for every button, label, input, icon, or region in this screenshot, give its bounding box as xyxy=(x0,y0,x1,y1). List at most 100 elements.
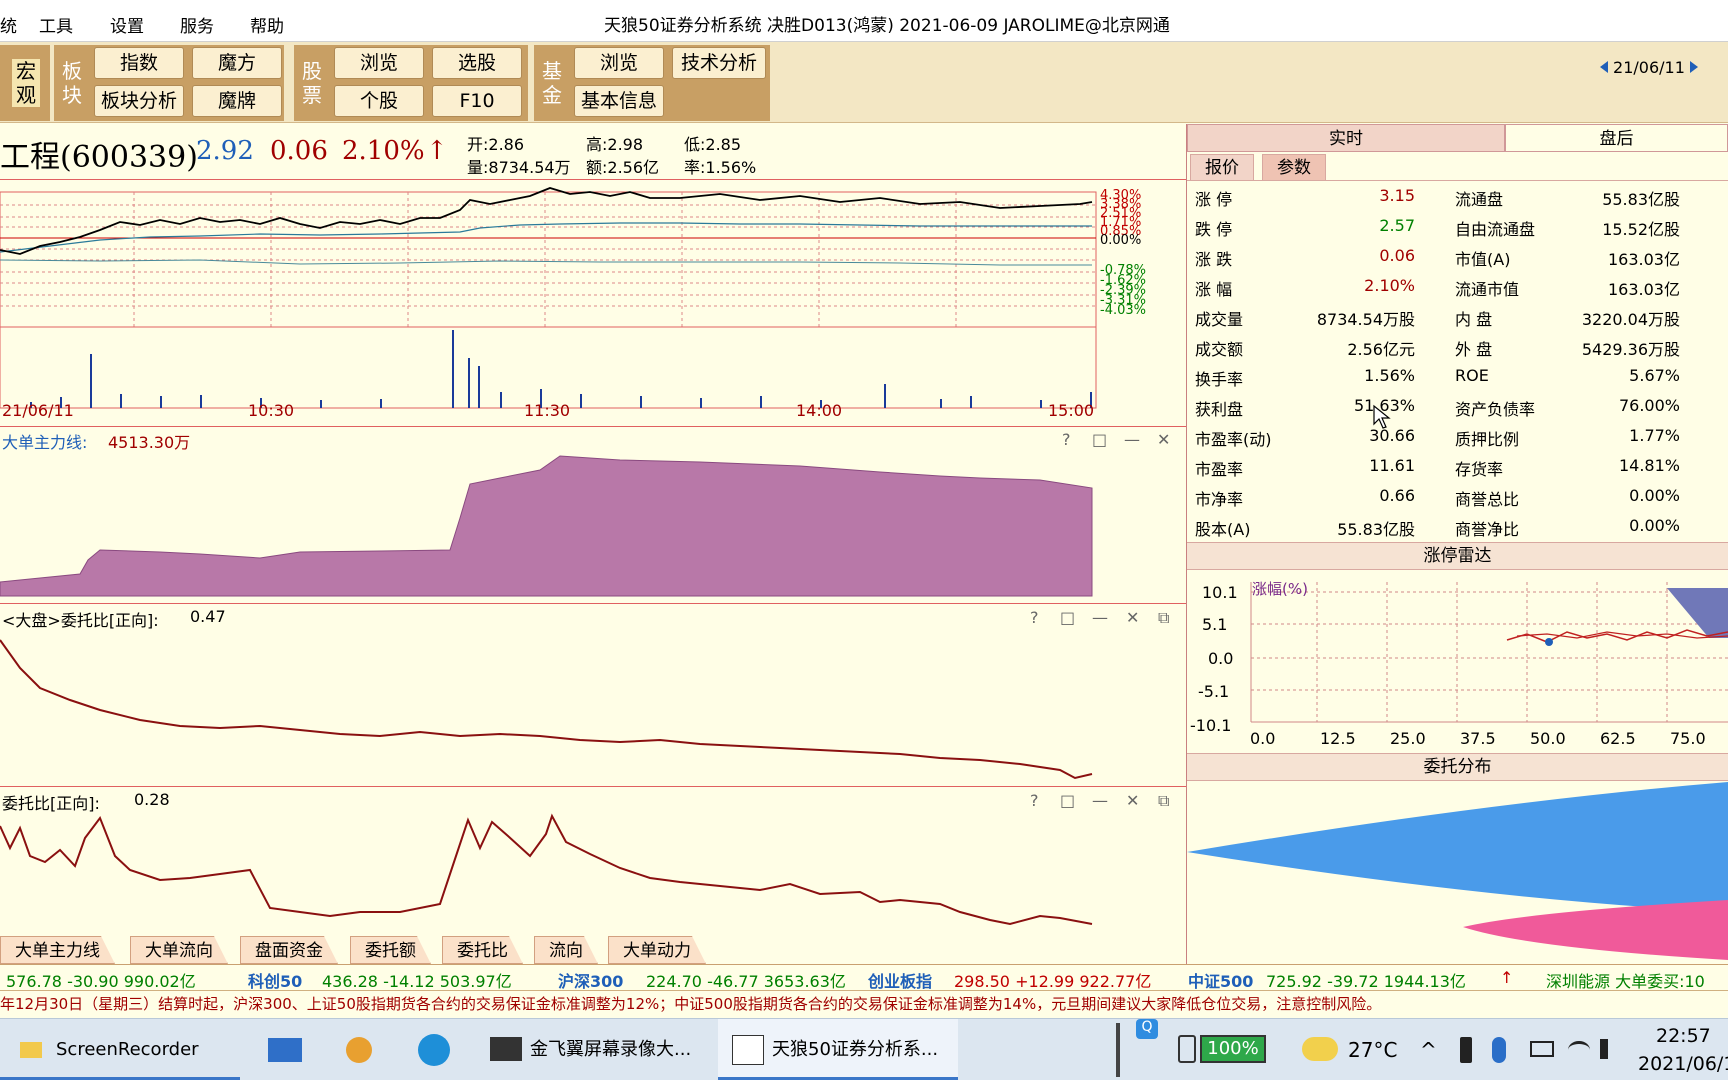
divider xyxy=(0,426,1186,427)
pick-stock-button[interactable]: 选股 xyxy=(432,47,522,79)
market-bid-ratio-line xyxy=(0,639,1093,780)
f10-button[interactable]: F10 xyxy=(432,85,522,117)
float-icon[interactable]: ⧉ xyxy=(1158,608,1169,628)
tab-flow[interactable]: 流向 xyxy=(534,936,598,964)
mail-icon[interactable] xyxy=(268,1019,302,1080)
tab-params[interactable]: 参数 xyxy=(1262,154,1326,180)
tab-big-order-power[interactable]: 大单动力 xyxy=(608,936,706,964)
ticker-index-name[interactable]: 沪深300 xyxy=(558,968,623,992)
tab-market-funds[interactable]: 盘面资金 xyxy=(240,936,338,964)
macro-label[interactable]: 宏观 xyxy=(12,59,40,107)
speaker-icon[interactable] xyxy=(1600,1039,1620,1059)
time-label: 21/06/11 xyxy=(2,401,74,420)
help-icon[interactable]: ? xyxy=(1030,608,1039,627)
notice-marquee: 年12月30日（星期三）结算时起，沪深300、上证50股指期货各合约的交易保证金… xyxy=(0,990,1728,1016)
close-icon[interactable]: ✕ xyxy=(1126,608,1139,627)
battery-icon[interactable] xyxy=(1530,1041,1554,1057)
quote-value: 14.81% xyxy=(1618,456,1680,475)
time-label: 11:30 xyxy=(524,401,571,420)
weather-icon[interactable] xyxy=(1302,1037,1338,1061)
clock-time[interactable]: 22:57 xyxy=(1656,1025,1711,1047)
date-navigator[interactable]: 21/06/11 xyxy=(1599,58,1698,77)
quote-label: 市盈率 xyxy=(1195,460,1244,479)
wifi-icon[interactable] xyxy=(1568,1041,1590,1059)
quote-label: 成交额 xyxy=(1195,340,1244,359)
close-icon[interactable]: ✕ xyxy=(1126,791,1139,810)
tab-bid-ratio[interactable]: 委托比 xyxy=(442,936,523,964)
weather-temp[interactable]: 27°C xyxy=(1348,1019,1397,1080)
menu-service[interactable]: 服务 xyxy=(180,12,214,37)
basic-info-button[interactable]: 基本信息 xyxy=(574,85,664,117)
ask-distribution-shape xyxy=(1463,900,1728,960)
menu-settings[interactable]: 设置 xyxy=(110,12,144,37)
tab-after-hours[interactable]: 盘后 xyxy=(1505,124,1728,152)
menu-system[interactable]: 统 xyxy=(0,12,17,37)
quote-value: 0.66 xyxy=(1379,486,1415,505)
edge-browser-icon[interactable] xyxy=(418,1019,450,1080)
menu-help[interactable]: 帮助 xyxy=(250,12,284,37)
radar-xtick: 25.0 xyxy=(1390,729,1426,748)
next-date-icon[interactable] xyxy=(1690,61,1698,73)
clock-date[interactable]: 2021/06/11 xyxy=(1638,1053,1728,1075)
float-icon[interactable]: ⧉ xyxy=(1158,791,1169,811)
minimize-icon[interactable]: — xyxy=(1124,430,1140,449)
tech-analysis-button[interactable]: 技术分析 xyxy=(672,47,766,79)
index-button[interactable]: 指数 xyxy=(94,47,184,79)
taskbar-tianlang[interactable]: 天狼50证券分析系... xyxy=(732,1019,938,1080)
radar-grid xyxy=(1250,582,1728,723)
stock-price: 2.92 xyxy=(196,136,254,166)
close-icon[interactable]: ✕ xyxy=(1157,430,1170,449)
quote-value: 0.00% xyxy=(1629,516,1680,535)
time-label: 14:00 xyxy=(796,401,843,420)
q-tray-icon[interactable]: Q xyxy=(1136,1019,1158,1039)
volume-bars xyxy=(30,330,1092,408)
main-force-area xyxy=(0,455,1093,597)
pct-labels-down: -0.78% -1.62% -2.39% -3.31% -4.03% xyxy=(1100,264,1146,317)
ticker-index-name[interactable]: 科创50 xyxy=(248,968,302,992)
market-bid-ratio-chart[interactable] xyxy=(0,628,1096,784)
ticker-values: 224.70 -46.77 3653.63亿 xyxy=(646,972,846,991)
single-stock-button[interactable]: 个股 xyxy=(334,85,424,117)
browse-button[interactable]: 浏览 xyxy=(334,47,424,79)
fund-browse-button[interactable]: 浏览 xyxy=(574,47,664,79)
bluetooth-icon[interactable] xyxy=(1492,1037,1506,1063)
bid-ratio-chart[interactable] xyxy=(0,808,1096,936)
prev-date-icon[interactable] xyxy=(1599,61,1608,73)
sector-analysis-button[interactable]: 板块分析 xyxy=(94,85,184,117)
tab-bid-amount[interactable]: 委托额 xyxy=(350,936,431,964)
chevron-up-icon[interactable]: ^ xyxy=(1420,1019,1437,1080)
battery-indicator[interactable]: 100% xyxy=(1200,1035,1266,1063)
menu-tools[interactable]: 工具 xyxy=(39,12,73,37)
taskbar-recorder[interactable]: 金飞翼屏幕录像大... xyxy=(490,1019,691,1080)
radar-xtick: 12.5 xyxy=(1320,729,1356,748)
cube-button[interactable]: 魔方 xyxy=(192,47,282,79)
limit-up-radar-chart[interactable] xyxy=(1187,572,1728,752)
time-label: 15:00 xyxy=(1048,401,1095,420)
quote-label: 自由流通盘 xyxy=(1455,220,1536,239)
card-button[interactable]: 魔牌 xyxy=(192,85,282,117)
radar-ytick: -5.1 xyxy=(1198,682,1230,701)
tab-quote[interactable]: 报价 xyxy=(1190,154,1254,180)
phone-icon[interactable] xyxy=(1460,1037,1472,1063)
ticker-index-name[interactable]: 创业板指 xyxy=(868,968,932,992)
tab-main-force-line[interactable]: 大单主力线 xyxy=(0,936,115,964)
taskbar-screenrecorder[interactable]: ScreenRecorder xyxy=(20,1019,199,1080)
ticker-values: 725.92 -39.72 1944.13亿 xyxy=(1266,972,1466,991)
main-force-area-chart[interactable] xyxy=(0,448,1096,598)
maximize-icon[interactable]: □ xyxy=(1060,608,1075,627)
order-distribution-chart[interactable] xyxy=(1187,782,1728,962)
ticker-index-name[interactable]: 中证500 xyxy=(1188,968,1253,992)
maximize-icon[interactable]: □ xyxy=(1092,430,1107,449)
radar-xtick: 62.5 xyxy=(1600,729,1636,748)
tab-big-order-flow[interactable]: 大单流向 xyxy=(130,936,228,964)
tab-realtime[interactable]: 实时 xyxy=(1187,124,1505,152)
plug-icon[interactable] xyxy=(1178,1035,1196,1063)
intraday-chart[interactable] xyxy=(0,182,1186,426)
help-icon[interactable]: ? xyxy=(1062,430,1071,449)
index-ticker: 576.78 -30.90 990.02亿 科创50 436.28 -14.12… xyxy=(0,964,1728,992)
quote-label: 商誉总比 xyxy=(1455,490,1520,509)
quote-label: 流通盘 xyxy=(1455,190,1504,209)
app-icon[interactable] xyxy=(346,1019,372,1080)
minimize-icon[interactable]: — xyxy=(1092,608,1108,627)
right-panel-tabs: 实时 盘后 xyxy=(1187,124,1728,152)
